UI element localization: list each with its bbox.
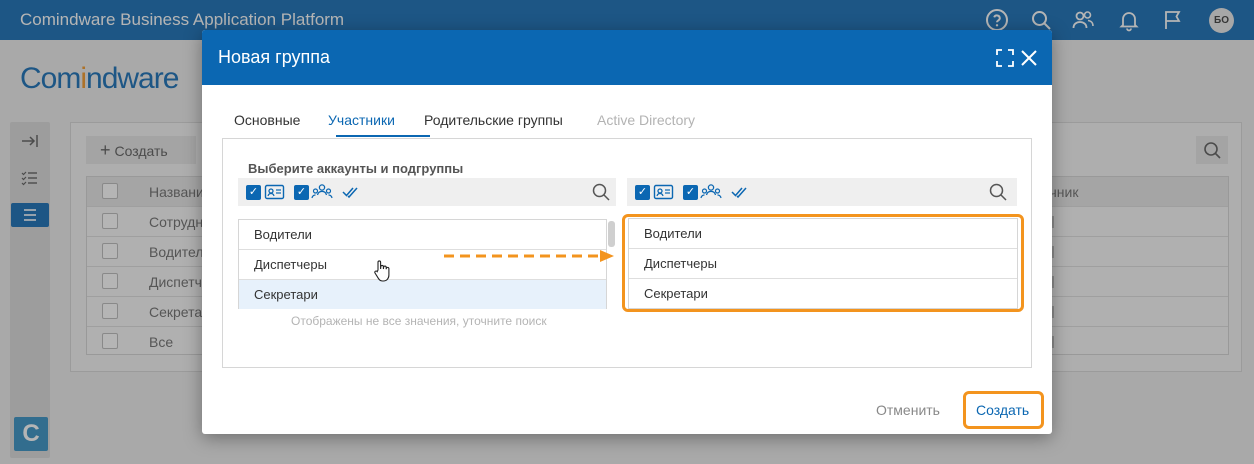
available-search-icon[interactable] bbox=[592, 183, 610, 201]
account-card-icon bbox=[653, 182, 675, 202]
group-icon bbox=[700, 182, 722, 202]
group-icon bbox=[311, 182, 333, 202]
selected-accounts-checkbox[interactable]: ✓ bbox=[635, 185, 650, 200]
tab-active-directory: Active Directory bbox=[597, 112, 696, 128]
picker-label: Выберите аккаунты и подгруппы bbox=[248, 161, 464, 176]
dialog-header: Новая группа bbox=[202, 30, 1052, 85]
available-scrollbar[interactable] bbox=[608, 221, 615, 247]
tab-general[interactable]: Основные bbox=[234, 112, 300, 138]
active-tab-indicator bbox=[336, 135, 430, 137]
new-group-dialog: Новая группа Основные Участники Родитель… bbox=[202, 30, 1052, 434]
tab-parent-groups[interactable]: Родительские группы bbox=[424, 112, 563, 138]
groups-filter-checkbox[interactable]: ✓ bbox=[294, 185, 309, 200]
selected-highlight bbox=[622, 214, 1024, 312]
maximize-icon[interactable] bbox=[995, 48, 1015, 68]
truncation-hint: Отображены не все значения, уточните пои… bbox=[291, 314, 547, 328]
account-card-icon bbox=[264, 182, 286, 202]
selected-groups-checkbox[interactable]: ✓ bbox=[683, 185, 698, 200]
list-item[interactable]: Секретари bbox=[239, 280, 606, 309]
cancel-button[interactable]: Отменить bbox=[876, 402, 940, 418]
available-toolbar: ✓ ✓ bbox=[238, 178, 616, 206]
selected-search-icon[interactable] bbox=[989, 183, 1007, 201]
close-icon[interactable] bbox=[1019, 48, 1039, 68]
dialog-title: Новая группа bbox=[218, 47, 331, 67]
move-arrow bbox=[442, 248, 617, 264]
selected-toolbar: ✓ ✓ bbox=[627, 178, 1017, 206]
select-all-icon[interactable] bbox=[340, 182, 362, 202]
accounts-filter-checkbox[interactable]: ✓ bbox=[246, 185, 261, 200]
list-item[interactable]: Водители bbox=[239, 220, 606, 250]
create-button[interactable]: Создать bbox=[976, 402, 1029, 418]
select-all-icon[interactable] bbox=[729, 182, 751, 202]
hand-cursor-icon bbox=[373, 259, 391, 283]
